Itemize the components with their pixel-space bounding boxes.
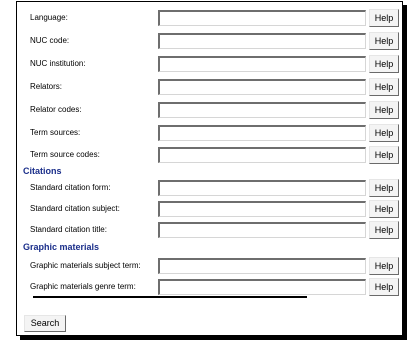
standard-citation-subject-input[interactable] (158, 201, 366, 217)
graphic-materials-genre-term-input[interactable] (158, 279, 366, 295)
nuc-institution-input[interactable] (158, 56, 366, 72)
help-button[interactable]: Help (369, 55, 399, 73)
field-label: NUC code: (30, 36, 70, 45)
form-divider (33, 296, 307, 298)
help-button[interactable]: Help (369, 278, 399, 296)
help-button[interactable]: Help (369, 78, 399, 96)
field-row-term-source-codes: Term source codes: Help (17, 145, 404, 167)
field-label: Standard citation form: (30, 183, 111, 192)
field-row-term-sources: Term sources: Help (17, 123, 404, 145)
field-row-standard-citation-subject: Standard citation subject: Help (17, 199, 404, 221)
help-button[interactable]: Help (369, 9, 399, 27)
help-button[interactable]: Help (369, 146, 399, 164)
field-label: Term source codes: (30, 150, 100, 159)
field-label: Language: (30, 13, 68, 22)
help-button[interactable]: Help (369, 32, 399, 50)
nuc-code-input[interactable] (158, 33, 366, 49)
language-input[interactable] (158, 10, 366, 26)
standard-citation-form-input[interactable] (158, 180, 366, 196)
relator-codes-input[interactable] (158, 102, 366, 118)
help-button[interactable]: Help (369, 179, 399, 197)
field-row-graphic-materials-subject-term: Graphic materials subject term: Help (17, 256, 404, 278)
field-label: Graphic materials genre term: (30, 282, 136, 291)
section-heading-citations: Citations (23, 166, 62, 176)
relators-input[interactable] (158, 79, 366, 95)
field-label: Term sources: (30, 128, 81, 137)
standard-citation-title-input[interactable] (158, 222, 366, 238)
panel-shadow-bottom (20, 336, 407, 340)
field-row-standard-citation-form: Standard citation form: Help (17, 178, 404, 200)
field-row-relators: Relators: Help (17, 77, 404, 99)
graphic-materials-subject-term-input[interactable] (158, 258, 366, 274)
field-label: Standard citation subject: (30, 204, 120, 213)
help-button[interactable]: Help (369, 221, 399, 239)
search-button[interactable]: Search (24, 315, 66, 332)
field-label: Graphic materials subject term: (30, 261, 141, 270)
field-row-nuc-institution: NUC institution: Help (17, 54, 404, 76)
search-form-panel: Language: Help NUC code: Help NUC instit… (16, 1, 403, 336)
field-label: Relators: (30, 82, 63, 91)
field-label: Relator codes: (30, 105, 82, 114)
help-button[interactable]: Help (369, 101, 399, 119)
field-row-standard-citation-title: Standard citation title: Help (17, 220, 404, 242)
field-label: NUC institution: (30, 59, 86, 68)
help-button[interactable]: Help (369, 200, 399, 218)
field-row-relator-codes: Relator codes: Help (17, 100, 404, 122)
help-button[interactable]: Help (369, 124, 399, 142)
term-source-codes-input[interactable] (158, 147, 366, 163)
field-row-nuc-code: NUC code: Help (17, 31, 404, 53)
section-heading-graphic-materials: Graphic materials (23, 242, 100, 252)
field-label: Standard citation title: (30, 225, 107, 234)
help-button[interactable]: Help (369, 257, 399, 275)
field-row-language: Language: Help (17, 8, 404, 30)
term-sources-input[interactable] (158, 125, 366, 141)
